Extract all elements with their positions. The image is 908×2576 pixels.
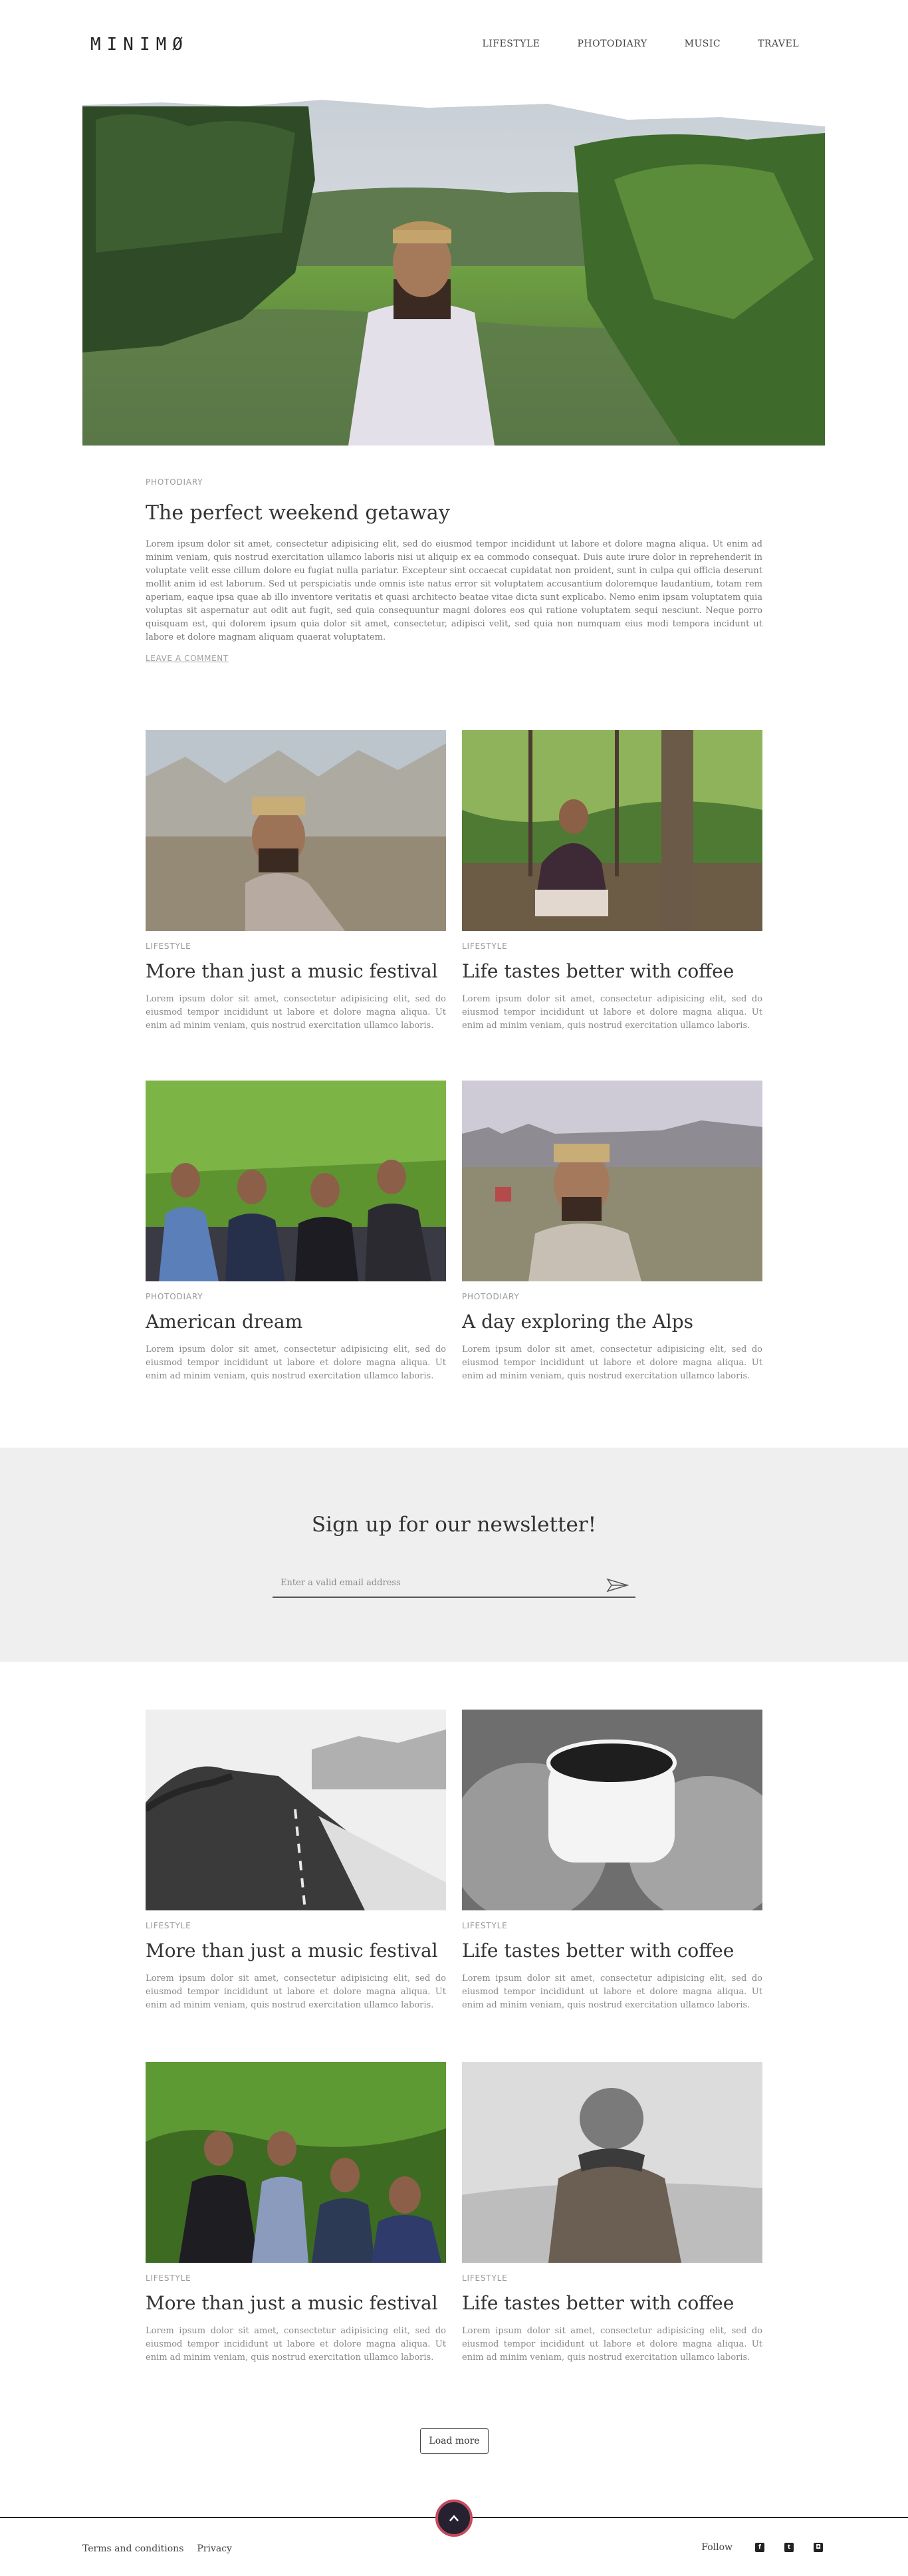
post-card[interactable]: LIFESTYLE Life tastes better with coffee… <box>462 2062 762 2365</box>
post-image[interactable] <box>146 1081 446 1281</box>
post-image[interactable] <box>462 1710 762 1910</box>
post-excerpt: Lorem ipsum dolor sit amet, consectetur … <box>462 2326 762 2363</box>
post-excerpt: Lorem ipsum dolor sit amet, consectetur … <box>462 1974 762 2010</box>
post-card[interactable]: PHOTODIARY American dream Lorem ipsum do… <box>146 1081 446 1383</box>
post-excerpt: Lorem ipsum dolor sit amet, consectetur … <box>146 994 446 1031</box>
main-nav: LIFESTYLE PHOTODIARY MUSIC TRAVEL <box>483 39 799 49</box>
post-category[interactable]: LIFESTYLE <box>462 2273 762 2283</box>
social-follow: Follow f t ◘ <box>701 2542 823 2553</box>
post-card[interactable]: LIFESTYLE More than just a music festiva… <box>146 1710 446 2012</box>
post-category[interactable]: LIFESTYLE <box>146 942 446 951</box>
featured-body: Lorem ipsum dolor sit amet, consectetur … <box>146 539 762 642</box>
leave-comment-link[interactable]: LEAVE A COMMENT <box>146 654 229 663</box>
post-image[interactable] <box>146 1710 446 1910</box>
site-logo[interactable]: MINIMØ <box>90 35 189 55</box>
facebook-icon[interactable]: f <box>755 2543 764 2552</box>
post-title[interactable]: More than just a music festival <box>146 2292 446 2314</box>
nav-lifestyle[interactable]: LIFESTYLE <box>483 39 540 49</box>
post-card[interactable]: LIFESTYLE Life tastes better with coffee… <box>462 730 762 1033</box>
privacy-link[interactable]: Privacy <box>197 2543 232 2554</box>
load-more-button[interactable]: Load more <box>420 2428 489 2454</box>
featured-title[interactable]: The perfect weekend getaway <box>146 501 762 525</box>
post-image[interactable] <box>462 2062 762 2263</box>
post-image[interactable] <box>146 730 446 931</box>
newsletter-title: Sign up for our newsletter! <box>311 1513 597 1537</box>
post-card[interactable]: LIFESTYLE More than just a music festiva… <box>146 730 446 1033</box>
post-excerpt: Lorem ipsum dolor sit amet, consectetur … <box>146 1974 446 2010</box>
post-category[interactable]: LIFESTYLE <box>462 1921 762 1930</box>
post-excerpt: Lorem ipsum dolor sit amet, consectetur … <box>146 2326 446 2363</box>
post-title[interactable]: More than just a music festival <box>146 960 446 982</box>
post-card[interactable]: PHOTODIARY A day exploring the Alps Lore… <box>462 1081 762 1383</box>
site-header: MINIMØ LIFESTYLE PHOTODIARY MUSIC TRAVEL <box>0 0 908 90</box>
post-title[interactable]: A day exploring the Alps <box>462 1311 762 1333</box>
instagram-icon[interactable]: ◘ <box>814 2543 823 2552</box>
terms-link[interactable]: Terms and conditions <box>82 2543 183 2554</box>
post-image[interactable] <box>462 1081 762 1281</box>
post-category[interactable]: LIFESTYLE <box>146 1921 446 1930</box>
post-category[interactable]: PHOTODIARY <box>146 1292 446 1301</box>
post-title[interactable]: More than just a music festival <box>146 1940 446 1962</box>
newsletter-section: Sign up for our newsletter! <box>0 1448 908 1662</box>
post-image[interactable] <box>462 730 762 931</box>
post-category[interactable]: LIFESTYLE <box>462 942 762 951</box>
newsletter-form <box>273 1574 635 1598</box>
post-title[interactable]: Life tastes better with coffee <box>462 960 762 982</box>
twitter-icon[interactable]: t <box>784 2543 794 2552</box>
post-excerpt: Lorem ipsum dolor sit amet, consectetur … <box>146 1345 446 1381</box>
follow-label: Follow <box>701 2542 733 2553</box>
post-card[interactable]: LIFESTYLE More than just a music festiva… <box>146 2062 446 2365</box>
nav-travel[interactable]: TRAVEL <box>758 39 799 49</box>
nav-music[interactable]: MUSIC <box>685 39 721 49</box>
nav-photodiary[interactable]: PHOTODIARY <box>577 39 647 49</box>
post-image[interactable] <box>146 2062 446 2263</box>
post-category[interactable]: PHOTODIARY <box>462 1292 762 1301</box>
hero-image <box>82 100 825 446</box>
post-excerpt: Lorem ipsum dolor sit amet, consectetur … <box>462 994 762 1031</box>
post-card[interactable]: LIFESTYLE Life tastes better with coffee… <box>462 1710 762 2012</box>
post-title[interactable]: Life tastes better with coffee <box>462 2292 762 2314</box>
email-input[interactable] <box>281 1578 586 1588</box>
send-icon[interactable] <box>606 1578 629 1593</box>
featured-category[interactable]: PHOTODIARY <box>146 477 762 487</box>
chevron-up-icon[interactable] <box>435 2500 473 2537</box>
post-title[interactable]: Life tastes better with coffee <box>462 1940 762 1962</box>
footer-links: Terms and conditions Privacy <box>82 2543 232 2554</box>
post-title[interactable]: American dream <box>146 1311 446 1333</box>
post-excerpt: Lorem ipsum dolor sit amet, consectetur … <box>462 1345 762 1381</box>
post-category[interactable]: LIFESTYLE <box>146 2273 446 2283</box>
site-footer: Terms and conditions Privacy Follow f t … <box>0 2500 908 2576</box>
featured-post: PHOTODIARY The perfect weekend getaway L… <box>146 477 762 664</box>
